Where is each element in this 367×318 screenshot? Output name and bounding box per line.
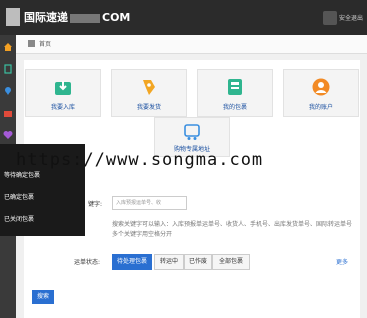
menu-item-confirmed[interactable]: 已确定包裹 — [4, 192, 34, 201]
more-link[interactable]: 更多 — [336, 257, 348, 266]
breadcrumb-home-icon[interactable] — [28, 40, 35, 47]
status-transit-button[interactable]: 转运中 — [154, 254, 184, 270]
cart-icon — [184, 124, 200, 140]
parcel-icon — [228, 79, 242, 95]
avatar[interactable] — [323, 11, 337, 25]
card-label: 我的包裹 — [222, 104, 247, 111]
search-hint: 搜索关键字可以输入：入库预报单运单号、收货人、手机号、出库发货单号、国际转运单号… — [112, 221, 353, 238]
brand-right: COM — [102, 11, 131, 24]
home-icon[interactable] — [3, 42, 13, 52]
watermark: https://www.songma.com — [16, 150, 264, 170]
keyword-input[interactable]: 入库预报运单号、收 — [112, 196, 187, 210]
box-icon[interactable] — [3, 108, 13, 118]
brand-title: 国际速递 COM — [24, 9, 130, 25]
brand-redacted — [70, 13, 100, 23]
inbound-icon — [55, 81, 71, 95]
breadcrumb: 首页 — [16, 35, 367, 54]
card-inbound[interactable]: 我要入库 — [25, 69, 101, 117]
breadcrumb-label[interactable]: 首页 — [39, 39, 51, 48]
card-label: 我的账户 — [308, 104, 333, 111]
search-button[interactable]: 搜索 — [32, 290, 54, 304]
brand-left: 国际速递 — [24, 11, 68, 24]
logout-link[interactable]: 安全退出 — [339, 13, 363, 22]
top-bar: 国际速递 COM 安全退出 — [0, 0, 367, 35]
logo — [6, 8, 20, 26]
status-label: 运单状态: — [74, 259, 101, 266]
card-ship[interactable]: 我要发货 — [111, 69, 187, 117]
status-void-button[interactable]: 已作废 — [184, 254, 212, 270]
card-label: 我要发货 — [136, 104, 161, 111]
card-account[interactable]: 我的账户 — [283, 69, 359, 117]
location-icon[interactable] — [3, 86, 13, 96]
card-label: 我要入库 — [50, 104, 75, 111]
card-parcels[interactable]: 我的包裹 — [197, 69, 273, 117]
keyword-label: 键字: — [88, 201, 103, 208]
heart-icon[interactable] — [3, 130, 13, 140]
menu-item-closed[interactable]: 已关闭包裹 — [4, 214, 34, 223]
status-pending-button[interactable]: 待处理包裹 — [112, 254, 152, 270]
status-all-button[interactable]: 全部包裹 — [212, 254, 250, 270]
menu-item-pending[interactable]: 等待确定包裹 — [4, 170, 40, 179]
user-icon — [312, 78, 330, 96]
ship-icon — [143, 80, 155, 95]
document-icon[interactable] — [3, 64, 13, 74]
